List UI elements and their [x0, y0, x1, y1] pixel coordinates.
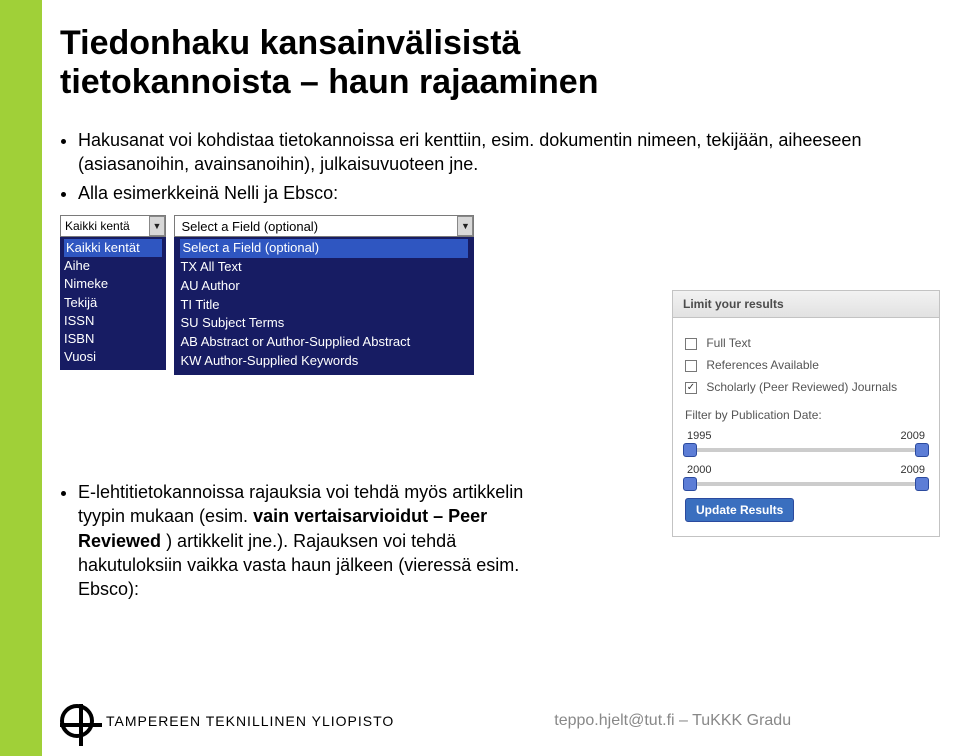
- chevron-down-icon[interactable]: ▼: [457, 216, 473, 236]
- list-item[interactable]: ISBN: [64, 330, 162, 348]
- list-item[interactable]: AU Author: [180, 277, 468, 296]
- university-logo: TAMPEREEN TEKNILLINEN YLIOPISTO: [60, 704, 394, 738]
- limit-header: Limit your results: [673, 291, 939, 318]
- gear-icon: [60, 704, 94, 738]
- intro-bullet-2: Alla esimerkkeinä Nelli ja Ebsco:: [78, 181, 940, 205]
- intro-bullet-1: Hakusanat voi kohdistaa tietokannoissa e…: [78, 128, 940, 177]
- nelli-dropdown: Kaikki kentä ▼ Kaikki kentät Aihe Nimeke…: [60, 215, 166, 370]
- list-item[interactable]: SU Subject Terms: [180, 314, 468, 333]
- accent-bar: [0, 0, 42, 756]
- ebsco-dropdown: Select a Field (optional) ▼ Select a Fie…: [174, 215, 474, 375]
- date-slider-2[interactable]: [689, 482, 923, 486]
- scholarly-checkbox[interactable]: ✓ Scholarly (Peer Reviewed) Journals: [685, 380, 927, 394]
- year-range-2: 2000 2009: [685, 464, 927, 476]
- nelli-option-list: Kaikki kentät Aihe Nimeke Tekijä ISSN IS…: [60, 237, 166, 370]
- list-item[interactable]: TX All Text: [180, 258, 468, 277]
- nelli-select[interactable]: Kaikki kentä ▼: [60, 215, 166, 237]
- references-checkbox[interactable]: References Available: [685, 358, 927, 372]
- list-item[interactable]: Vuosi: [64, 348, 162, 366]
- list-item[interactable]: KW Author-Supplied Keywords: [180, 352, 468, 371]
- fulltext-checkbox[interactable]: Full Text: [685, 336, 927, 350]
- slider-handle-right[interactable]: [915, 443, 929, 457]
- page-title: Tiedonhaku kansainvälisistä tietokannois…: [60, 24, 940, 102]
- ebsco-selected: Select a Field (optional): [181, 219, 318, 234]
- list-item[interactable]: ISSN: [64, 312, 162, 330]
- limit-body: Full Text References Available ✓ Scholar…: [673, 318, 939, 536]
- update-results-button[interactable]: Update Results: [685, 498, 794, 522]
- lower-bullet: E-lehtitietokannoissa rajauksia voi tehd…: [78, 480, 540, 601]
- lower-bullets: E-lehtitietokannoissa rajauksia voi tehd…: [60, 480, 540, 601]
- ebsco-option-list: Select a Field (optional) TX All Text AU…: [174, 237, 474, 375]
- limit-panel: Limit your results Full Text References …: [672, 290, 940, 537]
- list-item[interactable]: Kaikki kentät: [64, 239, 162, 257]
- slider-handle-left[interactable]: [683, 443, 697, 457]
- list-item[interactable]: Nimeke: [64, 275, 162, 293]
- title-line-1: Tiedonhaku kansainvälisistä: [60, 24, 520, 62]
- footer-credit: teppo.hjelt@tut.fi – TuKKK Gradu: [554, 712, 791, 730]
- intro-block: Hakusanat voi kohdistaa tietokannoissa e…: [60, 128, 940, 205]
- date-slider-1[interactable]: [689, 448, 923, 452]
- list-item[interactable]: AB Abstract or Author-Supplied Abstract: [180, 333, 468, 352]
- list-item[interactable]: Tekijä: [64, 294, 162, 312]
- year-range-1: 1995 2009: [685, 430, 927, 442]
- checkbox-icon: [685, 338, 697, 350]
- footer: TAMPEREEN TEKNILLINEN YLIOPISTO teppo.hj…: [60, 704, 940, 738]
- title-line-2: tietokannoista – haun rajaaminen: [60, 63, 598, 101]
- list-item[interactable]: TI Title: [180, 296, 468, 315]
- slider-handle-left[interactable]: [683, 477, 697, 491]
- checkbox-icon: [685, 360, 697, 372]
- list-item[interactable]: Select a Field (optional): [180, 239, 468, 258]
- ebsco-select[interactable]: Select a Field (optional) ▼: [174, 215, 474, 237]
- chevron-down-icon[interactable]: ▼: [149, 216, 165, 236]
- list-item[interactable]: Aihe: [64, 257, 162, 275]
- nelli-selected: Kaikki kentä: [65, 219, 130, 233]
- checkbox-icon: ✓: [685, 382, 697, 394]
- filter-label: Filter by Publication Date:: [685, 408, 927, 422]
- slider-handle-right[interactable]: [915, 477, 929, 491]
- university-name: TAMPEREEN TEKNILLINEN YLIOPISTO: [106, 713, 394, 729]
